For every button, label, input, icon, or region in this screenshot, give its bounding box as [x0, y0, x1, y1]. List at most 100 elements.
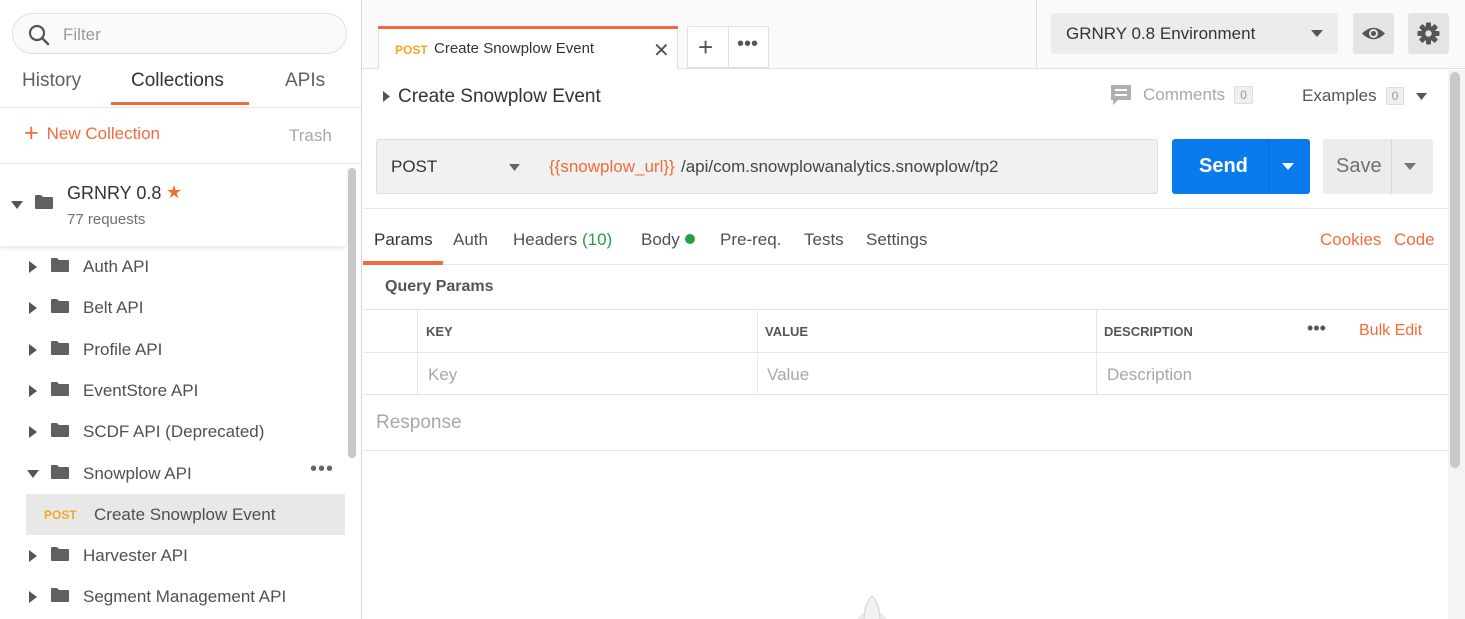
new-collection-button[interactable]: + New Collection: [24, 118, 160, 147]
eye-icon: [1362, 27, 1385, 40]
folder-profile-api[interactable]: Profile API: [0, 329, 346, 370]
divider: [728, 27, 729, 67]
method-select[interactable]: POST: [376, 139, 535, 194]
folder-segment-management-api[interactable]: Segment Management API: [0, 576, 346, 617]
description-input[interactable]: Description: [1107, 365, 1192, 385]
request-label: Create Snowplow Event: [94, 505, 276, 524]
divider: [1391, 139, 1392, 194]
new-tab-button[interactable]: +: [698, 33, 713, 61]
chevron-down-icon: [1311, 30, 1323, 37]
folder-icon: [51, 588, 69, 602]
request-title[interactable]: Create Snowplow Event: [398, 86, 601, 108]
query-params-title: Query Params: [385, 278, 494, 295]
value-input[interactable]: Value: [767, 365, 809, 385]
column-header-key: KEY: [426, 324, 453, 339]
folder-auth-api[interactable]: Auth API: [0, 246, 346, 287]
folder-label: Segment Management API: [83, 587, 287, 606]
more-options-icon[interactable]: •••: [1307, 318, 1326, 339]
bulk-edit-link[interactable]: Bulk Edit: [1359, 322, 1422, 340]
request-create-snowplow-event[interactable]: POST Create Snowplow Event: [26, 494, 345, 535]
tab-body[interactable]: Body: [641, 230, 695, 250]
gear-icon: [1417, 22, 1440, 45]
chevron-down-icon: [509, 164, 520, 171]
caret-right-icon: [29, 261, 37, 273]
main-scrollbar[interactable]: [1450, 72, 1460, 468]
comments-button[interactable]: Comments 0: [1110, 84, 1253, 106]
environment-quick-look-button[interactable]: [1353, 13, 1394, 54]
more-tabs-icon[interactable]: •••: [737, 33, 758, 56]
tab-prereq[interactable]: Pre-req.: [720, 230, 781, 250]
sidebar: Filter History Collections APIs + New Co…: [0, 0, 362, 619]
new-collection-label: New Collection: [46, 124, 160, 143]
chevron-down-icon[interactable]: [1282, 163, 1294, 170]
tab-headers[interactable]: Headers (10): [513, 230, 612, 250]
collection-grnry[interactable]: GRNRY 0.8 ★ 77 requests: [0, 164, 346, 246]
url-variable: {{snowplow_url}}: [549, 157, 675, 176]
folder-icon: [51, 423, 69, 437]
active-tab-indicator: [378, 26, 678, 29]
tab-collections[interactable]: Collections: [131, 70, 224, 92]
sidebar-scrollbar[interactable]: [348, 168, 356, 458]
settings-button[interactable]: [1408, 13, 1449, 54]
trash-button[interactable]: Trash: [289, 126, 332, 146]
environment-select[interactable]: GRNRY 0.8 Environment: [1051, 13, 1338, 54]
sidebar-tabs: History Collections APIs: [0, 64, 361, 108]
tab-auth[interactable]: Auth: [453, 230, 488, 250]
tab-params[interactable]: Params: [374, 230, 433, 250]
request-tabs: Params Auth Headers (10) Body Pre-req. T…: [363, 208, 1448, 265]
folder-icon: [51, 341, 69, 355]
caret-right-icon: [29, 591, 37, 603]
comment-icon: [1111, 85, 1131, 105]
code-link[interactable]: Code: [1394, 230, 1435, 250]
examples-count: 0: [1385, 87, 1405, 105]
filter-input[interactable]: Filter: [12, 13, 347, 54]
save-button[interactable]: Save: [1323, 139, 1433, 194]
plus-icon: +: [24, 118, 39, 147]
send-label: Send: [1199, 155, 1248, 177]
response-section[interactable]: Response: [363, 396, 1448, 451]
request-tab[interactable]: POST Create Snowplow Event ✕: [378, 26, 678, 70]
tab-tests[interactable]: Tests: [804, 230, 844, 250]
folder-icon: [51, 382, 69, 396]
folder-label: Belt API: [83, 298, 144, 317]
tab-bar: POST Create Snowplow Event ✕ + ••• GRNRY…: [363, 0, 1465, 70]
tab-method: POST: [395, 43, 428, 57]
rocket-icon: [857, 596, 887, 619]
folder-belt-api[interactable]: Belt API: [0, 287, 346, 328]
folder-label: Profile API: [83, 340, 163, 359]
tab-settings[interactable]: Settings: [866, 230, 927, 250]
column-header-value: VALUE: [765, 324, 809, 339]
filter-placeholder: Filter: [63, 25, 101, 44]
close-icon[interactable]: ✕: [653, 38, 670, 63]
folder-icon: [51, 258, 69, 272]
save-label: Save: [1336, 155, 1382, 177]
star-icon[interactable]: ★: [166, 182, 182, 203]
cookies-link[interactable]: Cookies: [1320, 230, 1381, 250]
method-label: POST: [391, 157, 438, 176]
examples-button[interactable]: Examples 0: [1302, 86, 1428, 106]
divider: [1268, 139, 1269, 194]
folder-eventstore-api[interactable]: EventStore API: [0, 370, 346, 411]
folder-label: SCDF API (Deprecated): [83, 422, 265, 441]
folder-icon: [51, 547, 69, 561]
caret-down-icon: [11, 201, 23, 209]
tab-apis[interactable]: APIs: [285, 70, 325, 92]
more-options-icon[interactable]: •••: [310, 458, 334, 481]
send-button[interactable]: Send: [1172, 139, 1310, 194]
active-tab-underline: [111, 102, 249, 105]
url-input[interactable]: {{snowplow_url}} /api/com.snowplowanalyt…: [534, 139, 1158, 194]
caret-right-icon[interactable]: [383, 91, 390, 102]
key-input[interactable]: Key: [428, 365, 457, 385]
folder-snowplow-api[interactable]: Snowplow API •••: [0, 453, 346, 494]
body-label: Body: [641, 230, 680, 249]
folder-label: EventStore API: [83, 381, 199, 400]
folder-icon: [35, 195, 53, 209]
method-badge: POST: [44, 508, 77, 522]
folder-harvester-api[interactable]: Harvester API: [0, 535, 346, 576]
chevron-down-icon[interactable]: [1404, 163, 1416, 170]
main-panel: POST Create Snowplow Event ✕ + ••• GRNRY…: [363, 0, 1465, 619]
folder-icon: [51, 465, 69, 479]
folder-scdf-api[interactable]: SCDF API (Deprecated): [0, 411, 346, 452]
tab-history[interactable]: History: [22, 70, 81, 92]
headers-label: Headers: [513, 230, 578, 249]
